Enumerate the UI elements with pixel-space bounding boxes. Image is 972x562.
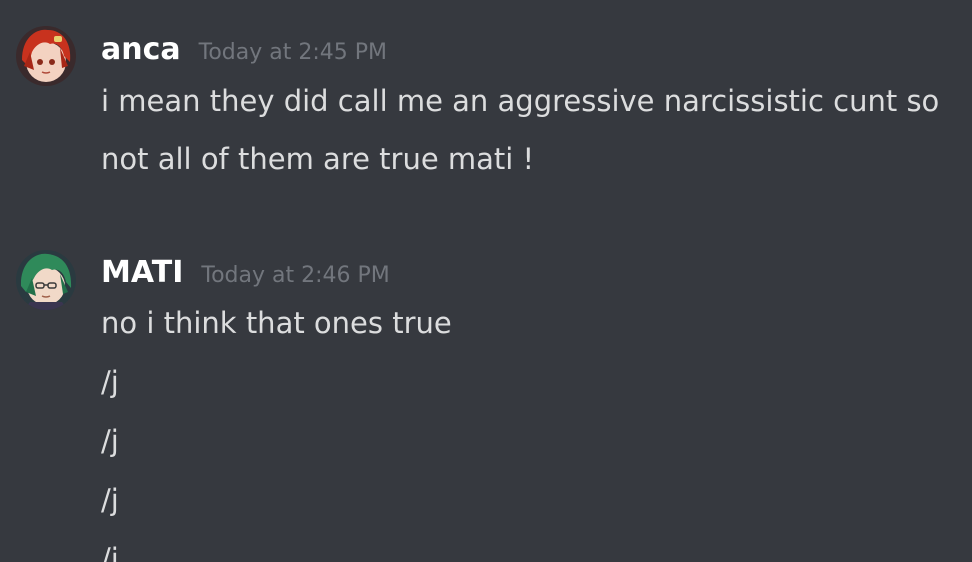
message-timestamp[interactable]: Today at 2:46 PM (201, 263, 389, 288)
message-text: no i think that ones true (101, 306, 452, 340)
chat-messages: anca Today at 2:45 PM i mean they did ca… (0, 0, 972, 562)
message-text: /j (101, 365, 119, 399)
message-timestamp[interactable]: Today at 2:45 PM (199, 40, 387, 65)
red-haired-character-avatar-icon (16, 26, 76, 86)
username[interactable]: anca (101, 32, 181, 67)
message-text: not all of them are true mati ! (101, 142, 535, 176)
message-text: /j (101, 542, 119, 562)
avatar[interactable] (16, 26, 76, 86)
message-text: i mean they did call me an aggressive na… (101, 84, 940, 118)
message-text: /j (101, 483, 119, 517)
green-haired-character-avatar-icon (16, 250, 76, 310)
message-text: /j (101, 424, 119, 458)
username[interactable]: MATI (101, 255, 183, 290)
avatar[interactable] (16, 250, 76, 310)
